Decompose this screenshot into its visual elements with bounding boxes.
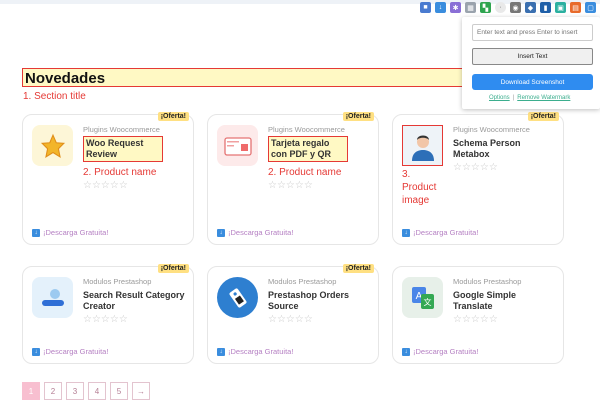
download-label: ¡Descarga Gratuita! [413, 347, 479, 356]
extension-toolbar: ■ ↓ ✱ ▦ ▚ · ◉ ◆ ▮ ▣ ▤ ▢ [420, 2, 596, 14]
product-name-annotation: 2. Product name [83, 167, 157, 178]
free-download-link[interactable]: ↓ ¡Descarga Gratuita! [217, 347, 293, 356]
download-label: ¡Descarga Gratuita! [228, 228, 294, 237]
extension-icon[interactable]: ■ [420, 2, 431, 13]
svg-text:文: 文 [423, 297, 431, 307]
offer-badge: ¡Oferta! [527, 112, 559, 121]
offer-badge: ¡Oferta! [342, 112, 374, 121]
offer-badge: ¡Oferta! [342, 264, 374, 273]
free-download-link[interactable]: ↓ ¡Descarga Gratuita! [402, 347, 478, 356]
offer-badge: ¡Oferta! [157, 112, 189, 121]
download-icon: ↓ [217, 347, 225, 356]
window-icon[interactable]: ▢ [585, 2, 596, 13]
rating-stars[interactable]: ☆☆☆☆☆ [268, 180, 313, 191]
download-icon: ↓ [32, 347, 40, 356]
download-label: ¡Descarga Gratuita! [43, 347, 109, 356]
product-category: Plugins Woocommerce [453, 125, 530, 134]
product-image[interactable]: A文 [402, 277, 443, 318]
link-separator: | [512, 95, 515, 101]
product-card[interactable]: ¡Oferta! Modulos Prestashop Prestashop O… [207, 264, 379, 364]
product-name-annotation: 2. Product name [268, 167, 342, 178]
download-icon: ↓ [402, 228, 410, 237]
translate-icon: A文 [411, 286, 434, 309]
product-image[interactable] [32, 277, 73, 318]
next-page-button[interactable]: → [132, 382, 150, 400]
gift-card-icon [223, 136, 252, 156]
product-image[interactable] [217, 277, 258, 318]
screenshot-extension-popup: Insert Text Download Screenshot Options … [462, 17, 600, 109]
download-icon[interactable]: ↓ [435, 2, 446, 13]
camera-icon[interactable]: ◉ [510, 2, 521, 13]
free-download-link[interactable]: ↓ ¡Descarga Gratuita! [32, 228, 108, 237]
product-image[interactable] [402, 125, 443, 166]
page-link-1[interactable]: 1 [22, 382, 40, 400]
download-screenshot-button[interactable]: Download Screenshot [472, 74, 593, 90]
rating-stars[interactable]: ☆☆☆☆☆ [268, 314, 313, 325]
person-avatar-icon [411, 135, 434, 161]
product-name[interactable]: Schema Person Metabox [453, 138, 557, 160]
download-label: ¡Descarga Gratuita! [228, 347, 294, 356]
product-image[interactable] [217, 125, 258, 166]
search-result-icon [41, 288, 64, 306]
grid-icon[interactable]: ▚ [480, 2, 491, 13]
remove-watermark-link[interactable]: Remove Watermark [517, 95, 570, 101]
product-category: Plugins Woocommerce [83, 125, 160, 134]
rating-stars[interactable]: ☆☆☆☆☆ [83, 314, 128, 325]
screenshot-icon[interactable]: ▤ [570, 2, 581, 13]
section-annotation: 1. Section title [23, 91, 86, 102]
download-label: ¡Descarga Gratuita! [413, 228, 479, 237]
options-link[interactable]: Options [489, 95, 510, 101]
popup-links: Options | Remove Watermark [489, 95, 570, 101]
product-name[interactable]: Tarjeta regalo con PDF y QR [268, 136, 348, 162]
tag-icon[interactable]: ◆ [525, 2, 536, 13]
free-download-link[interactable]: ↓ ¡Descarga Gratuita! [217, 228, 293, 237]
keyboard-icon[interactable]: ▦ [465, 2, 476, 13]
section-title-text: Novedades [25, 70, 106, 87]
page-link-3[interactable]: 3 [66, 382, 84, 400]
product-category: Modulos Prestashop [268, 277, 337, 286]
product-category: Modulos Prestashop [83, 277, 152, 286]
product-card[interactable]: A文 Modulos Prestashop Google Simple Tran… [392, 266, 564, 364]
pagination: 1 2 3 4 5 → [22, 382, 150, 400]
product-card[interactable]: ¡Oferta! Plugins Woocommerce Woo Request… [22, 112, 194, 245]
star-icon [40, 133, 65, 158]
page-link-5[interactable]: 5 [110, 382, 128, 400]
rating-stars[interactable]: ☆☆☆☆☆ [453, 314, 498, 325]
offer-badge: ¡Oferta! [157, 264, 189, 273]
product-image-annotation: 3. Product image [402, 169, 437, 206]
insert-text-input[interactable] [472, 24, 593, 41]
tag-icon [229, 288, 246, 307]
product-name[interactable]: Prestashop Orders Source [268, 290, 372, 312]
free-download-link[interactable]: ↓ ¡Descarga Gratuita! [402, 228, 478, 237]
product-card[interactable]: ¡Oferta! Plugins Woocommerce Tarjeta reg… [207, 112, 379, 245]
page-link-2[interactable]: 2 [44, 382, 62, 400]
product-name[interactable]: Google Simple Translate [453, 290, 557, 312]
download-icon: ↓ [32, 228, 40, 237]
download-label: ¡Descarga Gratuita! [43, 228, 109, 237]
more-icon[interactable]: · [495, 2, 506, 13]
rating-stars[interactable]: ☆☆☆☆☆ [453, 162, 498, 173]
page-link-4[interactable]: 4 [88, 382, 106, 400]
product-name[interactable]: Woo Request Review [83, 136, 163, 162]
product-image[interactable] [32, 125, 73, 166]
bookmark-icon[interactable]: ▮ [540, 2, 551, 13]
puzzle-icon[interactable]: ▣ [555, 2, 566, 13]
free-download-link[interactable]: ↓ ¡Descarga Gratuita! [32, 347, 108, 356]
product-category: Modulos Prestashop [453, 277, 522, 286]
product-card[interactable]: ¡Oferta! Plugins Woocommerce Schema Pers… [392, 112, 564, 245]
insert-text-button[interactable]: Insert Text [472, 48, 593, 65]
product-card[interactable]: ¡Oferta! Modulos Prestashop Search Resul… [22, 264, 194, 364]
product-name[interactable]: Search Result Category Creator [83, 290, 187, 312]
download-icon: ↓ [402, 347, 410, 356]
product-category: Plugins Woocommerce [268, 125, 345, 134]
gear-icon[interactable]: ✱ [450, 2, 461, 13]
download-icon: ↓ [217, 228, 225, 237]
rating-stars[interactable]: ☆☆☆☆☆ [83, 180, 128, 191]
